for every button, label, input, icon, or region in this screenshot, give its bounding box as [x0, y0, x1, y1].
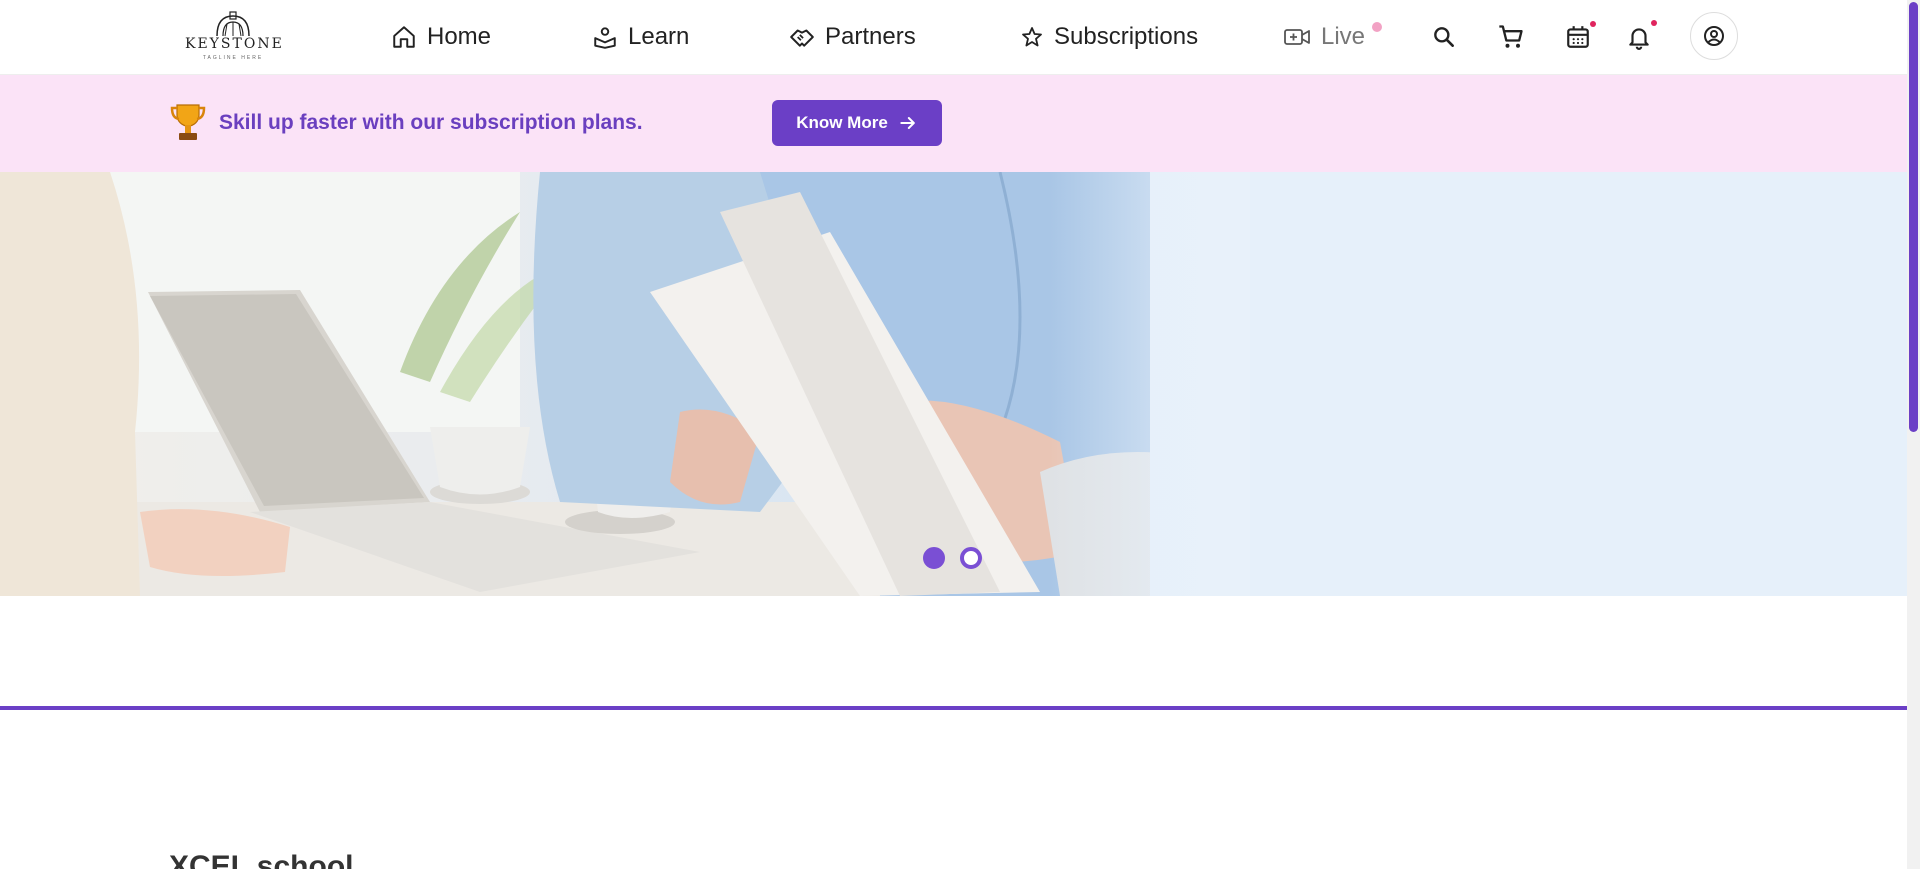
search-icon	[1434, 27, 1454, 47]
nav-home[interactable]: Home	[391, 18, 491, 56]
learn-icon	[594, 27, 616, 49]
calendar-icon	[1567, 26, 1589, 48]
keystone-arch-icon	[216, 11, 250, 37]
cart-button[interactable]	[1492, 18, 1530, 56]
trophy-icon	[170, 104, 206, 140]
keystone-logo[interactable]: KEYSTONE TAGLINE HERE	[185, 8, 284, 64]
nav-partners[interactable]: Partners	[789, 18, 916, 56]
subscription-promo-banner: Skill up faster with our subscription pl…	[0, 75, 1907, 172]
nav-learn-label: Learn	[628, 23, 690, 50]
nav-home-label: Home	[427, 23, 492, 50]
top-navbar: KEYSTONE TAGLINE HERE Home Learn Partner…	[0, 0, 1907, 75]
nav-live-label: Live	[1321, 23, 1366, 50]
nav-live[interactable]: Live	[1283, 18, 1365, 56]
search-button[interactable]	[1425, 18, 1463, 56]
calendar-notification-dot	[1590, 21, 1596, 27]
profile-button[interactable]	[1690, 12, 1738, 60]
carousel-dot-2[interactable]	[960, 547, 982, 569]
nav-partners-label: Partners	[825, 23, 916, 50]
know-more-button[interactable]: Know More	[772, 100, 942, 146]
page: KEYSTONE TAGLINE HERE Home Learn Partner…	[0, 0, 1907, 869]
know-more-label: Know More	[796, 113, 888, 132]
page-scrollbar[interactable]	[1907, 0, 1920, 869]
arrow-right-icon	[900, 117, 915, 129]
nav-subscriptions[interactable]: Subscriptions	[1020, 18, 1198, 56]
bell-notification-dot	[1651, 20, 1657, 26]
cart-icon	[1499, 25, 1523, 48]
nav-subscriptions-label: Subscriptions	[1054, 23, 1199, 50]
nav-learn[interactable]: Learn	[592, 18, 689, 56]
hero-image-meeting	[0, 172, 1907, 596]
star-icon	[1022, 27, 1042, 47]
user-circle-icon	[1704, 26, 1724, 46]
logo-name: KEYSTONE	[185, 36, 284, 52]
video-plus-icon	[1284, 29, 1310, 45]
promo-text: Skill up faster with our subscription pl…	[219, 111, 643, 134]
logo-tagline: TAGLINE HERE	[202, 55, 264, 61]
live-indicator-dot	[1372, 22, 1382, 32]
carousel-dot-1[interactable]	[923, 547, 945, 569]
bell-icon	[1629, 28, 1649, 50]
section-divider	[0, 706, 1907, 710]
section-heading: XCEL school	[169, 850, 354, 869]
handshake-icon	[790, 29, 814, 47]
hero-carousel	[0, 172, 1907, 596]
scrollbar-thumb[interactable]	[1909, 2, 1918, 432]
home-icon	[393, 26, 415, 48]
